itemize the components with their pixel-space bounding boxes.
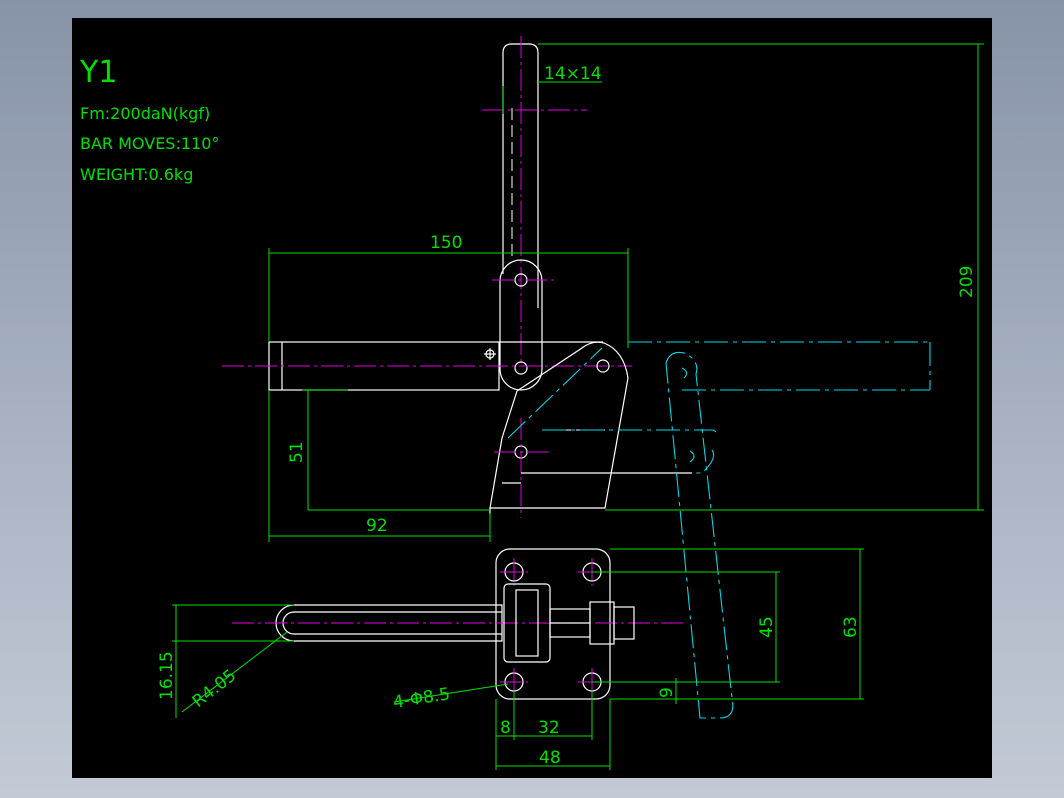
dimensions-top: 16.15 R4.05 4-Φ8.5 45 63 9 8 32 48 [157, 548, 864, 770]
dimensions-side: 14×14 150 209 51 92 [268, 43, 984, 542]
dim-base-height: 63 [841, 616, 861, 638]
alt-link-curve [711, 429, 717, 433]
alt-handle-outline [665, 351, 734, 719]
dim-overall-length: 150 [430, 233, 462, 253]
dim-hole-spacing-h: 32 [538, 718, 560, 738]
drawing-title: Y1 [79, 55, 117, 90]
note-force: Fm:200daN(kgf) [80, 104, 210, 123]
dim-holes: 4-Φ8.5 [392, 684, 452, 713]
dim-hole-edge: 9 [657, 687, 677, 698]
cad-drawing-canvas: Y1 Fm:200daN(kgf) BAR MOVES:110° WEIGHT:… [72, 18, 992, 778]
clamp-bar [222, 341, 632, 391]
link-pivot-mid [514, 361, 528, 375]
alt-handle-pivot [681, 367, 688, 379]
dim-base-length: 92 [366, 516, 388, 536]
note-weight: WEIGHT:0.6kg [80, 165, 193, 184]
dim-base-width: 48 [539, 748, 561, 768]
dim-bar-section: 14×14 [544, 64, 602, 84]
alternate-position [507, 341, 931, 719]
note-bar-moves: BAR MOVES:110° [80, 134, 219, 153]
alt-handle-pivot-low [689, 450, 695, 463]
cad-drawing: Y1 Fm:200daN(kgf) BAR MOVES:110° WEIGHT:… [79, 36, 984, 770]
dim-hole-margin: 8 [500, 718, 511, 738]
dim-overall-height: 209 [957, 266, 977, 298]
alt-handle-knuckle [692, 449, 715, 474]
dim-handle-height: 51 [287, 441, 307, 463]
vertical-handle [482, 36, 587, 363]
dim-radius: R4.05 [189, 666, 240, 712]
dim-hole-spacing-v: 45 [757, 616, 777, 638]
dim-bar-offset: 16.15 [157, 651, 177, 700]
